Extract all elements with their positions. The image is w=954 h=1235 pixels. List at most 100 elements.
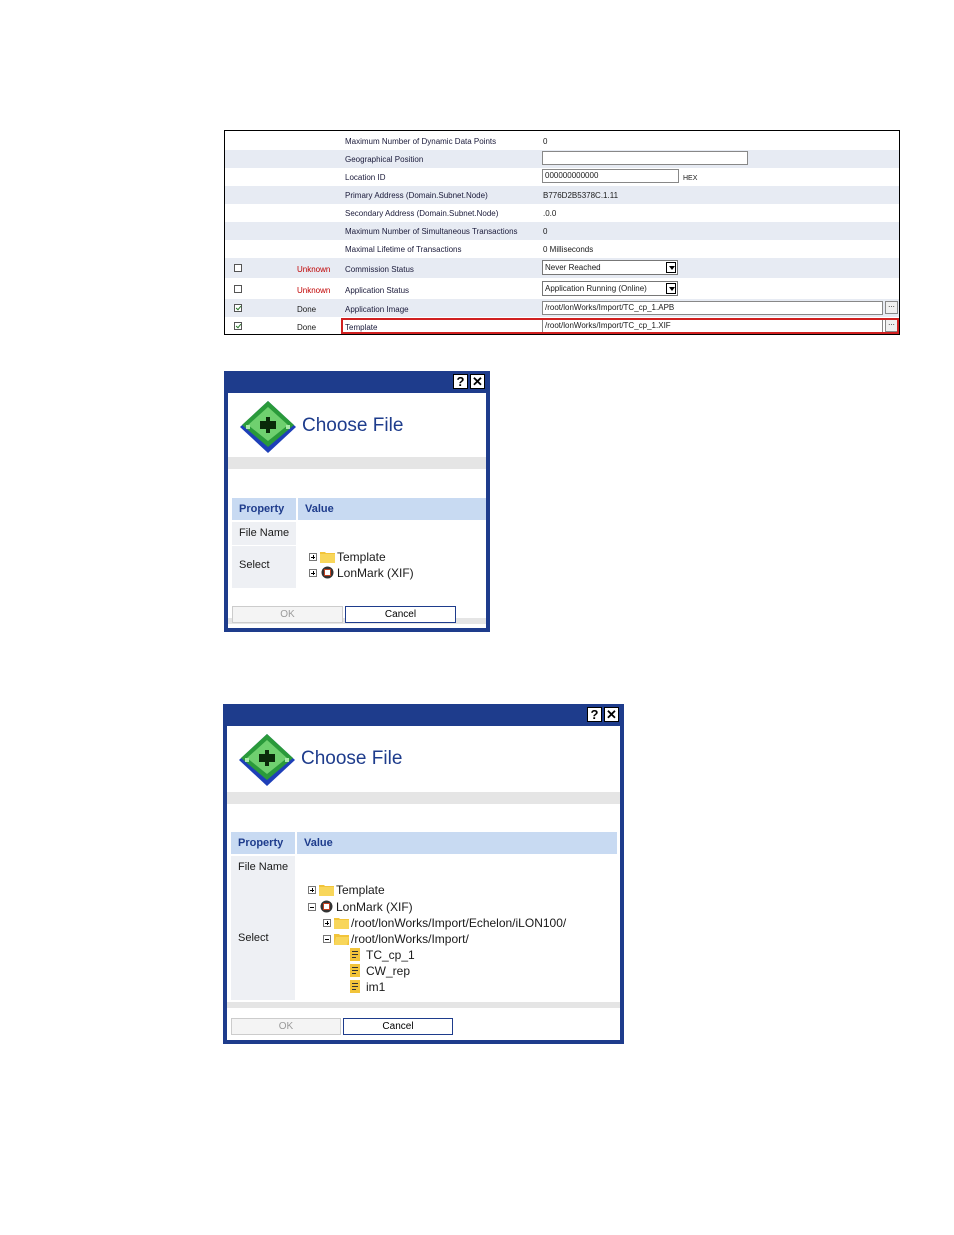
file-name-row: File Name [231,856,617,880]
folder-icon [334,918,349,929]
ok-button[interactable]: OK [232,606,343,623]
property-name: Primary Address (Domain.Subnet.Node) [345,191,488,200]
file-icon [350,948,360,961]
geographical-position-input[interactable] [542,151,748,165]
expand-icon[interactable] [309,569,317,577]
application-status-checkbox[interactable] [234,285,242,293]
divider [227,1002,620,1008]
file-name-row: File Name [232,522,486,545]
header-value: Value [305,503,334,515]
property-name: Location ID [345,173,386,182]
divider [295,832,297,854]
close-button[interactable]: ✕ [604,707,619,722]
property-name: Maximum Number of Dynamic Data Points [345,137,497,146]
property-name: Application Image [345,305,409,314]
collapse-icon[interactable] [308,903,316,911]
table-row: Maximal Lifetime of Transactions 0 Milli… [225,240,899,258]
lonworks-logo-icon [240,401,296,453]
property-value: 0 [543,137,548,146]
status-badge: Done [297,323,317,332]
table-row: Location ID 000000000000 HEX [225,168,899,186]
property-name: Maximal Lifetime of Transactions [345,245,462,254]
tree-node-label: im1 [366,980,386,994]
lonmark-icon [320,900,333,913]
ok-button[interactable]: OK [231,1018,341,1035]
commission-status-select[interactable]: Never Reached [542,260,678,275]
tree-node-label: CW_rep [366,964,411,978]
table-row: Unknown Commission Status Never Reached [225,258,899,278]
property-name: Geographical Position [345,155,424,164]
table-row: Done Template /root/lonWorks/Import/TC_c… [225,317,899,335]
select-label: Select [238,932,269,944]
lonmark-icon [321,566,334,579]
table-row: Maximum Number of Simultaneous Transacti… [225,222,899,240]
commission-status-checkbox[interactable] [234,264,242,272]
property-name: Commission Status [345,265,414,274]
property-name: Application Status [345,286,410,295]
folder-icon [319,885,334,896]
close-button[interactable]: ✕ [470,374,485,389]
application-status-select[interactable]: Application Running (Online) [542,281,678,296]
application-image-browse-button[interactable]: ... [885,301,898,314]
choose-file-dialog-expanded: ? ✕ Choose File Property Value File Name… [223,704,624,1044]
select-label: Select [239,559,270,571]
table-row: Done Application Image /root/lonWorks/Im… [225,299,899,317]
property-value: 0 Milliseconds [543,245,594,254]
chevron-down-icon[interactable] [666,262,676,273]
dialog-body: Choose File Property Value File Name Sel… [227,726,620,1040]
resize-handle-icon[interactable] [616,1036,624,1044]
tree-node-label: Template [336,883,385,897]
header-property: Property [239,503,285,515]
folder-icon [320,552,335,563]
property-name: Secondary Address (Domain.Subnet.Node) [345,209,499,218]
status-badge: Unknown [297,286,331,295]
file-name-value [298,522,486,545]
template-checkbox[interactable] [234,322,242,330]
table-header: Property Value [232,498,486,520]
header-value: Value [304,837,333,849]
selected-value: Never Reached [545,263,601,272]
location-id-input[interactable]: 000000000000 [542,169,679,183]
hex-label: HEX [683,175,698,182]
chevron-down-icon[interactable] [666,283,676,294]
resize-handle-icon[interactable] [482,624,490,632]
file-name-label: File Name [238,861,289,873]
file-name-label: File Name [239,527,290,539]
cancel-button[interactable]: Cancel [345,606,456,623]
table-row: Unknown Application Status Application R… [225,279,899,299]
application-image-checkbox[interactable] [234,304,242,312]
template-input[interactable]: /root/lonWorks/Import/TC_cp_1.XIF [542,319,883,333]
divider [296,498,298,520]
file-icon [350,980,360,993]
help-button[interactable]: ? [453,374,468,389]
collapse-icon[interactable] [323,935,331,943]
table-row: Geographical Position [225,150,899,168]
property-value: 0 [543,227,548,236]
properties-table: Maximum Number of Dynamic Data Points 0 … [224,130,900,335]
cancel-button[interactable]: Cancel [343,1018,453,1035]
select-row: Select Template LonMark (XIF) /root/lonW… [231,880,617,1000]
status-badge: Done [297,305,317,314]
file-tree: Template LonMark (XIF) /root/lonWorks/Im… [297,880,617,1000]
expand-icon[interactable] [308,886,316,894]
tree-node-label: TC_cp_1 [366,948,415,962]
tree-node-label: Template [337,550,386,564]
tree-node-label: LonMark (XIF) [337,566,414,580]
dialog-title: Choose File [302,415,404,436]
choose-file-dialog-collapsed: ? ✕ Choose File Property Value File Name… [224,371,490,632]
dialog-title: Choose File [301,748,403,769]
template-browse-button[interactable]: ... [885,319,898,332]
help-button[interactable]: ? [587,707,602,722]
expand-icon[interactable] [323,919,331,927]
table-row: Maximum Number of Dynamic Data Points 0 [225,132,899,150]
table-header: Property Value [231,832,617,854]
tree-node-label: /root/lonWorks/Import/Echelon/iLON100/ [351,916,567,930]
expand-icon[interactable] [309,553,317,561]
application-image-input[interactable]: /root/lonWorks/Import/TC_cp_1.APB [542,301,883,315]
folder-open-icon [334,934,349,945]
table-row: Primary Address (Domain.Subnet.Node) B77… [225,186,899,204]
lonworks-logo-icon [239,734,295,786]
status-badge: Unknown [297,265,331,274]
file-name-value [297,856,617,880]
property-name: Template [345,323,378,332]
